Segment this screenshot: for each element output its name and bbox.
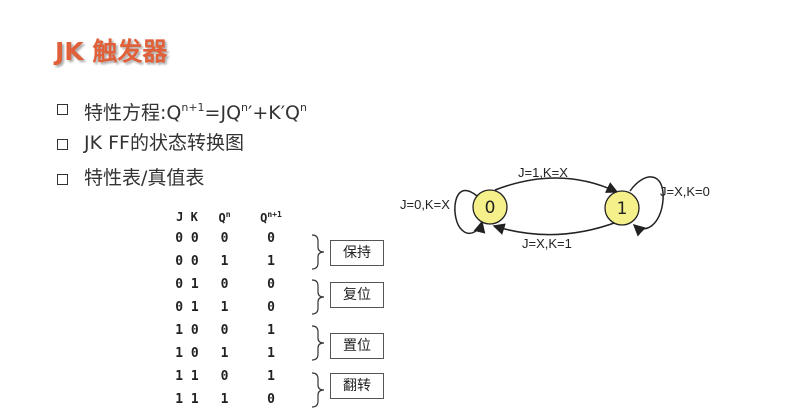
- self-loop-label-1: J=X,K=0: [660, 184, 710, 199]
- brace-toggle: [311, 372, 325, 408]
- edge-label-0-to-1: J=1,K=X: [518, 165, 568, 180]
- edge-0-to-1: [494, 177, 619, 193]
- state-0-label: 0: [485, 198, 496, 218]
- brace-set: [311, 325, 325, 361]
- brace-hold: [311, 234, 325, 270]
- self-loop-label-0: J=0,K=X: [400, 197, 450, 212]
- edge-1-to-0: [492, 221, 618, 236]
- edge-label-1-to-0: J=X,K=1: [522, 236, 572, 251]
- diagram-overlay: 0 1 J=1,K=X J=X,K=1 J=0,K=X J=X,K=0: [311, 165, 710, 408]
- state-1-label: 1: [617, 199, 628, 219]
- brace-reset: [311, 279, 325, 315]
